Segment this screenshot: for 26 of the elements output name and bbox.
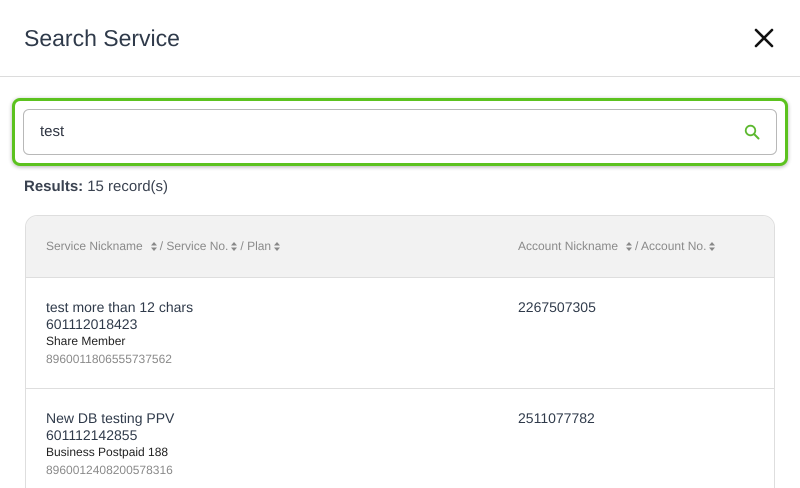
sort-icon[interactable] <box>274 242 280 250</box>
search-field[interactable]: test <box>23 109 777 155</box>
column-header[interactable]: / Plan <box>240 237 272 255</box>
results-count: 15 record(s) <box>87 177 168 197</box>
sort-icon[interactable] <box>150 242 157 250</box>
column-header[interactable]: / Account No. <box>635 237 706 255</box>
account-number: 2511077782 <box>518 410 595 426</box>
sort-icon[interactable] <box>231 242 238 250</box>
account-number: 2267507305 <box>518 298 596 316</box>
column-header[interactable]: Account Nickname <box>518 237 618 255</box>
column-header[interactable]: Service Nickname <box>46 237 143 255</box>
service-nickname: test more than 12 chars <box>46 298 194 316</box>
sim-number: 8960012408200578316 <box>46 462 173 478</box>
close-icon[interactable] <box>752 26 776 50</box>
sort-icon[interactable] <box>626 242 632 250</box>
service-number: 601112142855 <box>46 426 138 444</box>
results-label: Results: <box>24 177 84 197</box>
column-header[interactable]: / Service No. <box>160 237 228 255</box>
sort-icon[interactable] <box>709 242 716 250</box>
plan-name: Share Member <box>46 332 126 350</box>
sim-number: 8960011806555737562 <box>46 350 172 368</box>
service-number: 601112018423 <box>46 316 138 332</box>
search-icon[interactable] <box>744 124 760 140</box>
service-nickname: New DB testing PPV <box>46 410 174 426</box>
plan-name: Business Postpaid 188 <box>46 444 168 460</box>
dialog-title: Search Service <box>24 24 180 53</box>
